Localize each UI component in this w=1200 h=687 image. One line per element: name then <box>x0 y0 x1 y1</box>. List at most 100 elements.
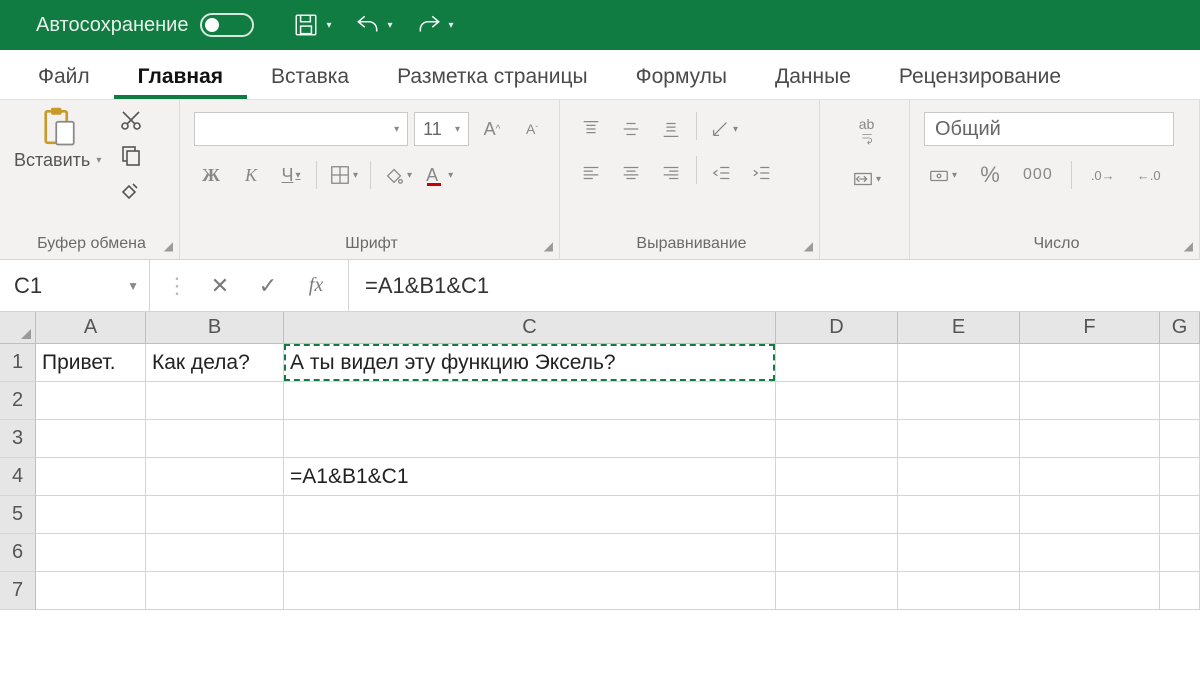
tab-formulas[interactable]: Формулы <box>612 53 751 99</box>
fill-color-icon[interactable]: ▾ <box>379 158 416 192</box>
percent-icon[interactable]: % <box>973 158 1007 192</box>
autosave-toggle[interactable] <box>200 13 254 37</box>
dialog-launcher-icon[interactable]: ◢ <box>1184 239 1193 253</box>
decrease-decimal-icon[interactable]: ←.0 <box>1132 158 1166 192</box>
cell[interactable] <box>1020 496 1160 534</box>
cell[interactable] <box>36 458 146 496</box>
decrease-font-icon[interactable]: Aˇ <box>515 112 549 146</box>
cell[interactable] <box>284 420 776 458</box>
row-header[interactable]: 1 <box>0 344 36 382</box>
col-header[interactable]: F <box>1020 312 1160 343</box>
cell[interactable] <box>36 496 146 534</box>
format-painter-icon[interactable] <box>119 178 143 207</box>
italic-button[interactable]: К <box>234 158 268 192</box>
cell[interactable] <box>776 344 898 382</box>
cell[interactable]: Привет. <box>36 344 146 382</box>
cell[interactable] <box>776 572 898 610</box>
cell[interactable] <box>146 420 284 458</box>
cell[interactable]: Как дела? <box>146 344 284 382</box>
cell[interactable] <box>146 534 284 572</box>
cell[interactable] <box>146 458 284 496</box>
cut-icon[interactable] <box>119 108 143 137</box>
cell[interactable] <box>898 534 1020 572</box>
align-middle-icon[interactable] <box>614 112 648 146</box>
redo-icon[interactable] <box>407 4 451 46</box>
dialog-launcher-icon[interactable]: ◢ <box>804 239 813 253</box>
save-icon[interactable] <box>284 4 328 46</box>
cell[interactable] <box>284 534 776 572</box>
cell[interactable] <box>898 458 1020 496</box>
undo-icon[interactable] <box>346 4 390 46</box>
increase-decimal-icon[interactable]: .0→ <box>1086 158 1120 192</box>
cell[interactable] <box>1160 496 1200 534</box>
merge-cells-icon[interactable]: ▾ <box>848 162 885 196</box>
number-format-select[interactable]: Общий <box>924 112 1174 146</box>
row-header[interactable]: 5 <box>0 496 36 534</box>
comma-style-icon[interactable]: 000 <box>1019 158 1057 192</box>
cell[interactable] <box>776 534 898 572</box>
col-header[interactable]: C <box>284 312 776 343</box>
align-left-icon[interactable] <box>574 156 608 190</box>
row-header[interactable]: 7 <box>0 572 36 610</box>
cell[interactable] <box>1160 572 1200 610</box>
cell[interactable] <box>776 382 898 420</box>
cell[interactable] <box>898 344 1020 382</box>
font-color-icon[interactable]: A▾ <box>422 158 457 192</box>
cell[interactable] <box>36 420 146 458</box>
cell[interactable] <box>1160 382 1200 420</box>
cell[interactable] <box>1160 534 1200 572</box>
orientation-icon[interactable]: ▾ <box>705 112 742 146</box>
cell[interactable] <box>898 572 1020 610</box>
align-bottom-icon[interactable] <box>654 112 688 146</box>
col-header[interactable]: B <box>146 312 284 343</box>
cell[interactable] <box>1020 344 1160 382</box>
align-center-icon[interactable] <box>614 156 648 190</box>
cell[interactable] <box>898 420 1020 458</box>
cell[interactable] <box>1020 420 1160 458</box>
cell[interactable] <box>1160 344 1200 382</box>
col-header[interactable]: D <box>776 312 898 343</box>
cell[interactable] <box>776 496 898 534</box>
align-top-icon[interactable] <box>574 112 608 146</box>
cell[interactable] <box>146 572 284 610</box>
align-right-icon[interactable] <box>654 156 688 190</box>
font-size-select[interactable]: 11▾ <box>414 112 469 146</box>
dialog-launcher-icon[interactable]: ◢ <box>544 239 553 253</box>
select-all-corner[interactable] <box>0 312 36 343</box>
cell[interactable] <box>1160 420 1200 458</box>
col-header[interactable]: G <box>1160 312 1200 343</box>
bold-button[interactable]: Ж <box>194 158 228 192</box>
wrap-text-icon[interactable]: ab <box>850 114 884 148</box>
underline-button[interactable]: Ч▾ <box>274 158 308 192</box>
redo-dropdown-icon[interactable]: ▾ <box>449 20 454 31</box>
cell[interactable] <box>36 382 146 420</box>
row-header[interactable]: 4 <box>0 458 36 496</box>
accept-formula-icon[interactable]: ✓ <box>246 260 290 311</box>
cell[interactable] <box>776 420 898 458</box>
cancel-formula-icon[interactable]: ✕ <box>198 260 242 311</box>
currency-icon[interactable]: ▾ <box>924 158 961 192</box>
cell[interactable] <box>284 496 776 534</box>
cell[interactable] <box>1020 534 1160 572</box>
cell[interactable] <box>36 572 146 610</box>
cell[interactable]: =A1&B1&C1 <box>284 458 776 496</box>
font-family-select[interactable]: ▾ <box>194 112 408 146</box>
cell[interactable] <box>776 458 898 496</box>
cell[interactable] <box>898 496 1020 534</box>
tab-review[interactable]: Рецензирование <box>875 53 1085 99</box>
dialog-launcher-icon[interactable]: ◢ <box>164 239 173 253</box>
save-dropdown-icon[interactable]: ▾ <box>326 20 331 31</box>
formula-input[interactable]: =A1&B1&C1 <box>349 260 1200 311</box>
tab-home[interactable]: Главная <box>114 53 247 99</box>
row-header[interactable]: 6 <box>0 534 36 572</box>
fx-icon[interactable]: fx <box>294 260 338 311</box>
increase-font-icon[interactable]: A^ <box>475 112 509 146</box>
cell[interactable] <box>284 382 776 420</box>
decrease-indent-icon[interactable] <box>705 156 739 190</box>
tab-layout[interactable]: Разметка страницы <box>373 53 612 99</box>
cell[interactable] <box>1020 458 1160 496</box>
tab-insert[interactable]: Вставка <box>247 53 373 99</box>
cell[interactable] <box>1020 572 1160 610</box>
cell[interactable] <box>898 382 1020 420</box>
cell[interactable] <box>1160 458 1200 496</box>
